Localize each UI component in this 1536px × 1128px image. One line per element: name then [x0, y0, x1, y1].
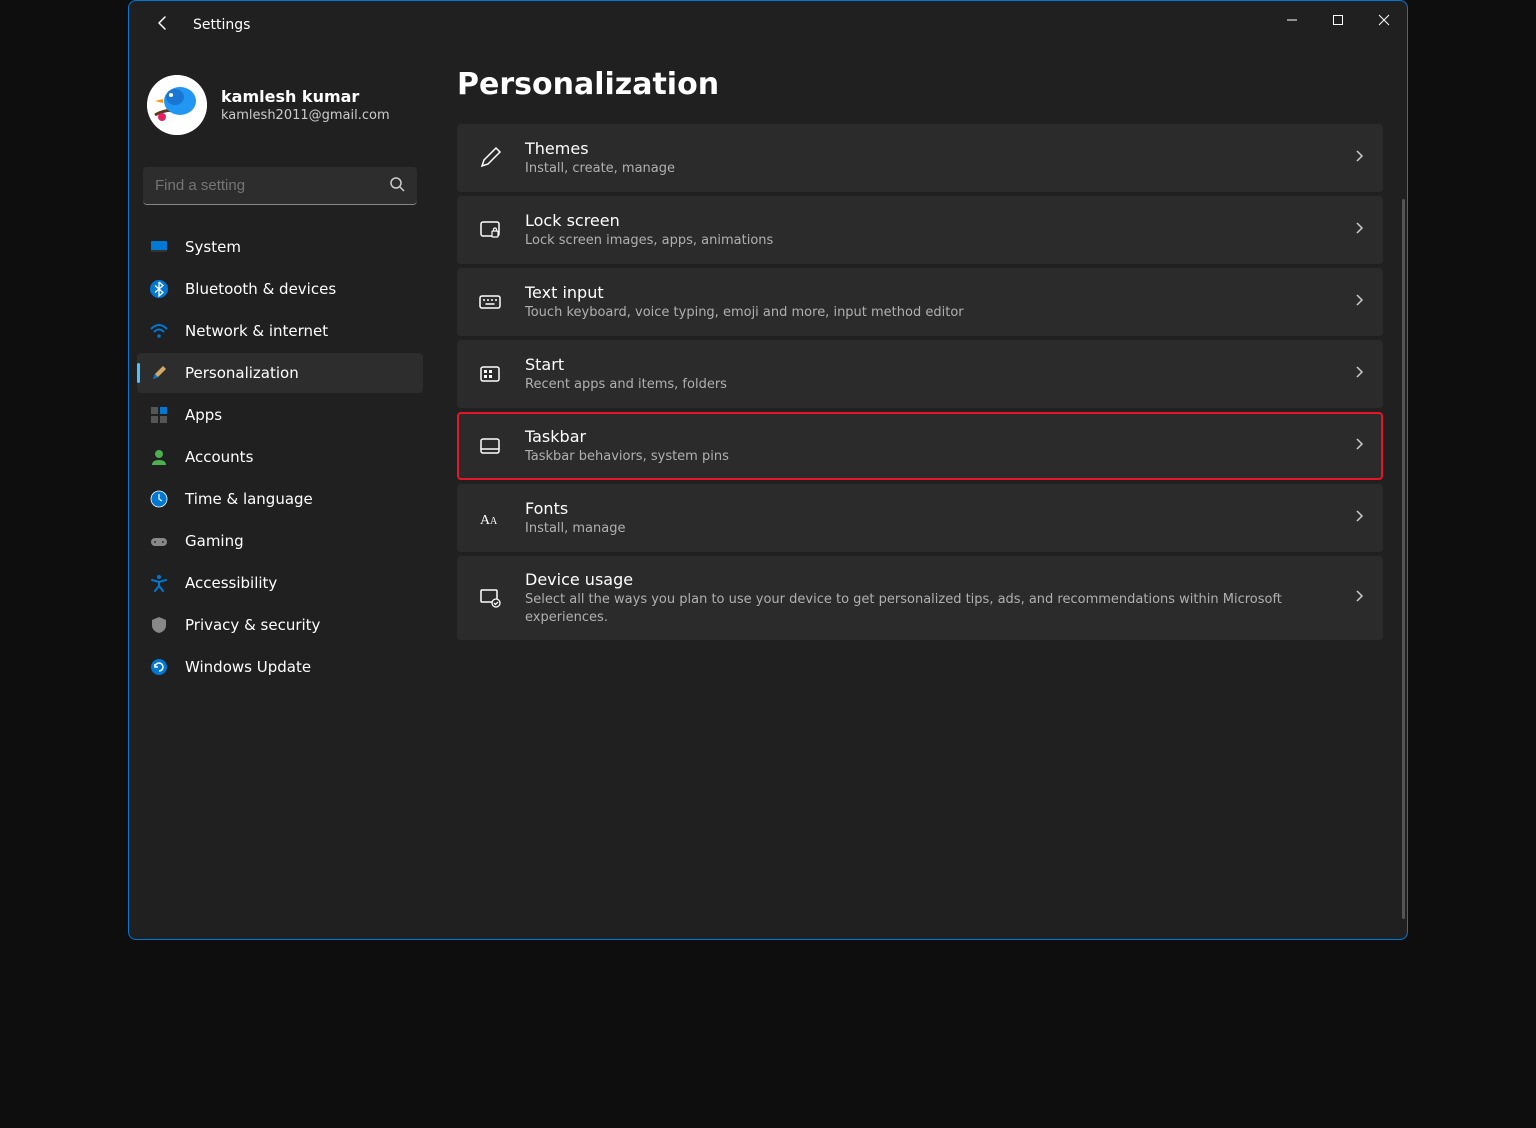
minimize-button[interactable] [1269, 1, 1315, 39]
chevron-right-icon [1353, 438, 1365, 454]
sidebar-item-label: Privacy & security [185, 616, 320, 634]
card-device-usage[interactable]: Device usage Select all the ways you pla… [457, 556, 1383, 640]
card-subtitle: Touch keyboard, voice typing, emoji and … [525, 304, 1331, 322]
card-title: Start [525, 355, 1331, 374]
card-taskbar[interactable]: Taskbar Taskbar behaviors, system pins [457, 412, 1383, 480]
card-title: Lock screen [525, 211, 1331, 230]
card-start[interactable]: Start Recent apps and items, folders [457, 340, 1383, 408]
main-content: Personalization Themes Install, create, … [429, 49, 1407, 939]
page-title: Personalization [457, 67, 1383, 102]
paintbrush-icon [149, 363, 169, 383]
sidebar-item-gaming[interactable]: Gaming [137, 521, 423, 561]
app-title: Settings [193, 17, 250, 33]
search-input[interactable] [155, 177, 389, 194]
sidebar-item-accessibility[interactable]: Accessibility [137, 563, 423, 603]
card-title: Text input [525, 283, 1331, 302]
system-icon [149, 237, 169, 257]
sidebar-item-time-language[interactable]: Time & language [137, 479, 423, 519]
close-button[interactable] [1361, 1, 1407, 39]
sidebar-item-label: Windows Update [185, 658, 311, 676]
sidebar-item-label: Network & internet [185, 322, 328, 340]
shield-icon [149, 615, 169, 635]
gamepad-icon [149, 531, 169, 551]
chevron-right-icon [1353, 150, 1365, 166]
sidebar-item-label: Personalization [185, 364, 299, 382]
card-lock-screen[interactable]: Lock screen Lock screen images, apps, an… [457, 196, 1383, 264]
sidebar-item-label: Accessibility [185, 574, 277, 592]
card-title: Device usage [525, 570, 1331, 589]
avatar [147, 75, 207, 135]
wifi-icon [149, 321, 169, 341]
card-subtitle: Lock screen images, apps, animations [525, 232, 1331, 250]
sidebar-item-bluetooth[interactable]: Bluetooth & devices [137, 269, 423, 309]
card-title: Taskbar [525, 427, 1331, 446]
sidebar-item-label: Accounts [185, 448, 253, 466]
chevron-right-icon [1353, 366, 1365, 382]
pen-icon [477, 145, 503, 171]
settings-window: Settings [128, 0, 1408, 940]
accessibility-icon [149, 573, 169, 593]
device-usage-icon [477, 585, 503, 611]
sidebar-item-windows-update[interactable]: Windows Update [137, 647, 423, 687]
profile-email: kamlesh2011@gmail.com [221, 108, 390, 123]
titlebar: Settings [129, 1, 1407, 49]
maximize-button[interactable] [1315, 1, 1361, 39]
profile-block[interactable]: kamlesh kumar kamlesh2011@gmail.com [137, 57, 423, 155]
apps-icon [149, 405, 169, 425]
fonts-icon: AA [477, 505, 503, 531]
sidebar-item-label: Apps [185, 406, 222, 424]
card-subtitle: Install, manage [525, 520, 1331, 538]
sidebar-item-label: System [185, 238, 241, 256]
keyboard-icon [477, 289, 503, 315]
start-icon [477, 361, 503, 387]
sidebar-item-accounts[interactable]: Accounts [137, 437, 423, 477]
clock-globe-icon [149, 489, 169, 509]
sidebar-item-label: Bluetooth & devices [185, 280, 336, 298]
card-text-input[interactable]: Text input Touch keyboard, voice typing,… [457, 268, 1383, 336]
svg-text:A: A [490, 516, 498, 527]
chevron-right-icon [1353, 294, 1365, 310]
sidebar-item-network[interactable]: Network & internet [137, 311, 423, 351]
sidebar-item-apps[interactable]: Apps [137, 395, 423, 435]
card-fonts[interactable]: AA Fonts Install, manage [457, 484, 1383, 552]
sidebar-item-system[interactable]: System [137, 227, 423, 267]
chevron-right-icon [1353, 222, 1365, 238]
search-icon [389, 176, 405, 196]
scrollbar[interactable] [1402, 199, 1405, 919]
card-subtitle: Select all the ways you plan to use your… [525, 591, 1331, 626]
window-controls [1269, 1, 1407, 39]
bluetooth-icon [149, 279, 169, 299]
back-button[interactable] [153, 15, 173, 35]
sidebar-item-personalization[interactable]: Personalization [137, 353, 423, 393]
settings-cards: Themes Install, create, manage Lock scre… [457, 124, 1383, 640]
search-box[interactable] [143, 167, 417, 205]
sidebar: kamlesh kumar kamlesh2011@gmail.com Syst… [129, 49, 429, 939]
person-icon [149, 447, 169, 467]
chevron-right-icon [1353, 510, 1365, 526]
chevron-right-icon [1353, 590, 1365, 606]
taskbar-icon [477, 433, 503, 459]
lock-screen-icon [477, 217, 503, 243]
card-subtitle: Taskbar behaviors, system pins [525, 448, 1331, 466]
profile-name: kamlesh kumar [221, 87, 390, 106]
sidebar-item-label: Time & language [185, 490, 313, 508]
sidebar-nav: System Bluetooth & devices Network & int… [137, 227, 423, 687]
sidebar-item-label: Gaming [185, 532, 244, 550]
update-icon [149, 657, 169, 677]
card-title: Fonts [525, 499, 1331, 518]
card-subtitle: Install, create, manage [525, 160, 1331, 178]
sidebar-item-privacy[interactable]: Privacy & security [137, 605, 423, 645]
card-themes[interactable]: Themes Install, create, manage [457, 124, 1383, 192]
card-title: Themes [525, 139, 1331, 158]
card-subtitle: Recent apps and items, folders [525, 376, 1331, 394]
